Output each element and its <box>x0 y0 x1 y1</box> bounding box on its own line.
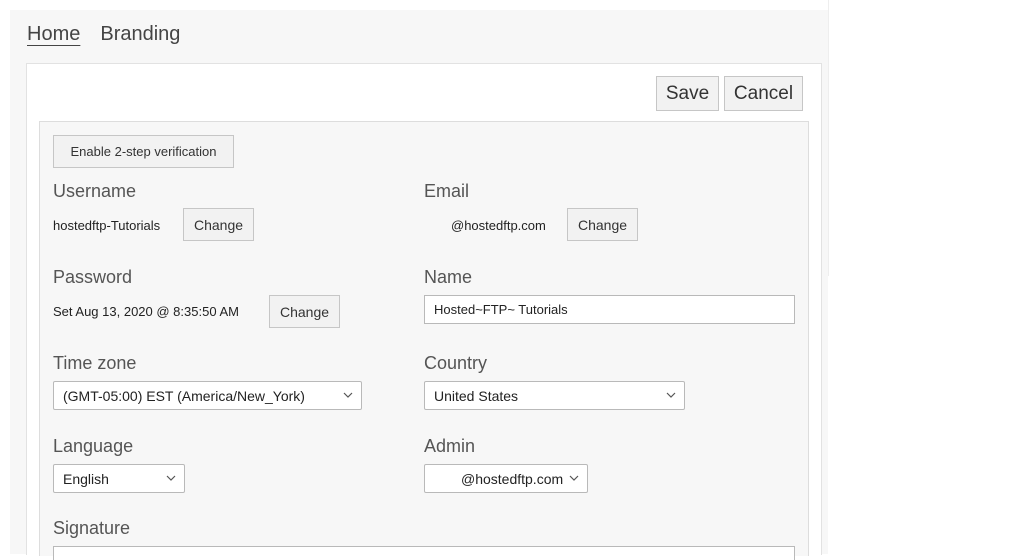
name-input[interactable]: Hosted~FTP~ Tutorials <box>424 295 795 324</box>
enable-2step-button[interactable]: Enable 2-step verification <box>53 135 234 168</box>
language-label: Language <box>53 436 134 456</box>
change-username-button[interactable]: Change <box>183 208 255 241</box>
tab-bar: Home Branding <box>27 23 180 48</box>
account-form: Enable 2-step verification Username host… <box>39 121 809 560</box>
tab-home[interactable]: Home <box>27 23 80 48</box>
panel-edge-divider <box>828 0 829 276</box>
timezone-select[interactable]: (GMT-05:00) EST (America/New_York) <box>53 381 362 410</box>
change-password-button[interactable]: Change <box>269 295 341 328</box>
settings-panel: Save Cancel Enable 2-step verification U… <box>26 63 822 560</box>
account-settings-app: Home Branding Save Cancel Enable 2-step … <box>10 10 828 560</box>
country-select[interactable]: United States <box>424 381 685 410</box>
name-label: Name <box>424 267 473 287</box>
country-label: Country <box>424 353 488 373</box>
chevron-down-icon <box>569 475 579 481</box>
cancel-button[interactable]: Cancel <box>724 76 803 111</box>
timezone-label: Time zone <box>53 353 137 373</box>
signature-input[interactable] <box>53 546 795 560</box>
password-value: Set Aug 13, 2020 @ 8:35:50 AM <box>53 304 239 319</box>
admin-selected: @hostedftp.com <box>461 471 564 487</box>
chevron-down-icon <box>166 475 176 481</box>
admin-select[interactable]: @hostedftp.com <box>424 464 588 493</box>
chevron-down-icon <box>666 392 676 398</box>
email-value: @hostedftp.com <box>451 218 546 233</box>
chevron-down-icon <box>343 392 353 398</box>
change-email-button[interactable]: Change <box>567 208 639 241</box>
admin-label: Admin <box>424 436 476 456</box>
country-selected: United States <box>434 388 519 404</box>
language-select[interactable]: English <box>53 464 185 493</box>
username-value: hostedftp-Tutorials <box>53 218 161 233</box>
save-button[interactable]: Save <box>656 76 719 111</box>
username-label: Username <box>53 181 137 201</box>
email-label: Email <box>424 181 470 201</box>
password-label: Password <box>53 267 133 287</box>
language-selected: English <box>63 471 109 487</box>
tab-branding[interactable]: Branding <box>100 23 180 48</box>
signature-label: Signature <box>53 518 131 538</box>
timezone-selected: (GMT-05:00) EST (America/New_York) <box>63 388 305 404</box>
